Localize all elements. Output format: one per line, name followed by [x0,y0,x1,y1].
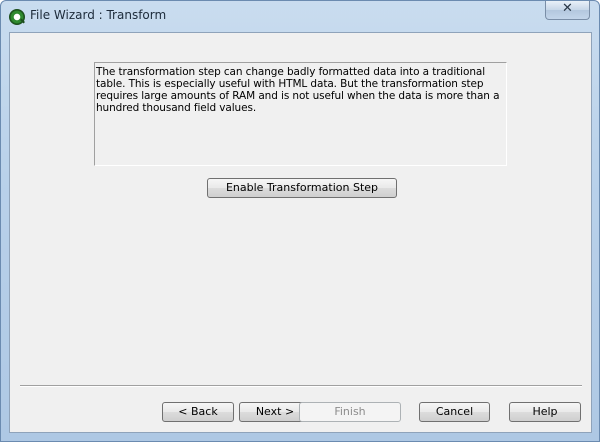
cancel-button[interactable]: Cancel [419,402,490,422]
title-bar[interactable]: File Wizard : Transform ✕ [1,1,599,31]
qlikview-icon [9,9,25,25]
finish-button[interactable]: Finish [299,402,401,422]
description-text: The transformation step can change badly… [96,66,500,114]
description-box: The transformation step can change badly… [94,62,507,166]
separator [20,385,582,387]
help-button[interactable]: Help [509,402,581,422]
wizard-content: The transformation step can change badly… [9,32,592,433]
file-wizard-window: File Wizard : Transform ✕ The transforma… [0,0,600,442]
enable-transformation-step-button[interactable]: Enable Transformation Step [207,178,397,198]
window-title: File Wizard : Transform [30,8,167,22]
close-icon[interactable]: ✕ [545,1,590,20]
back-button[interactable]: < Back [162,402,234,422]
